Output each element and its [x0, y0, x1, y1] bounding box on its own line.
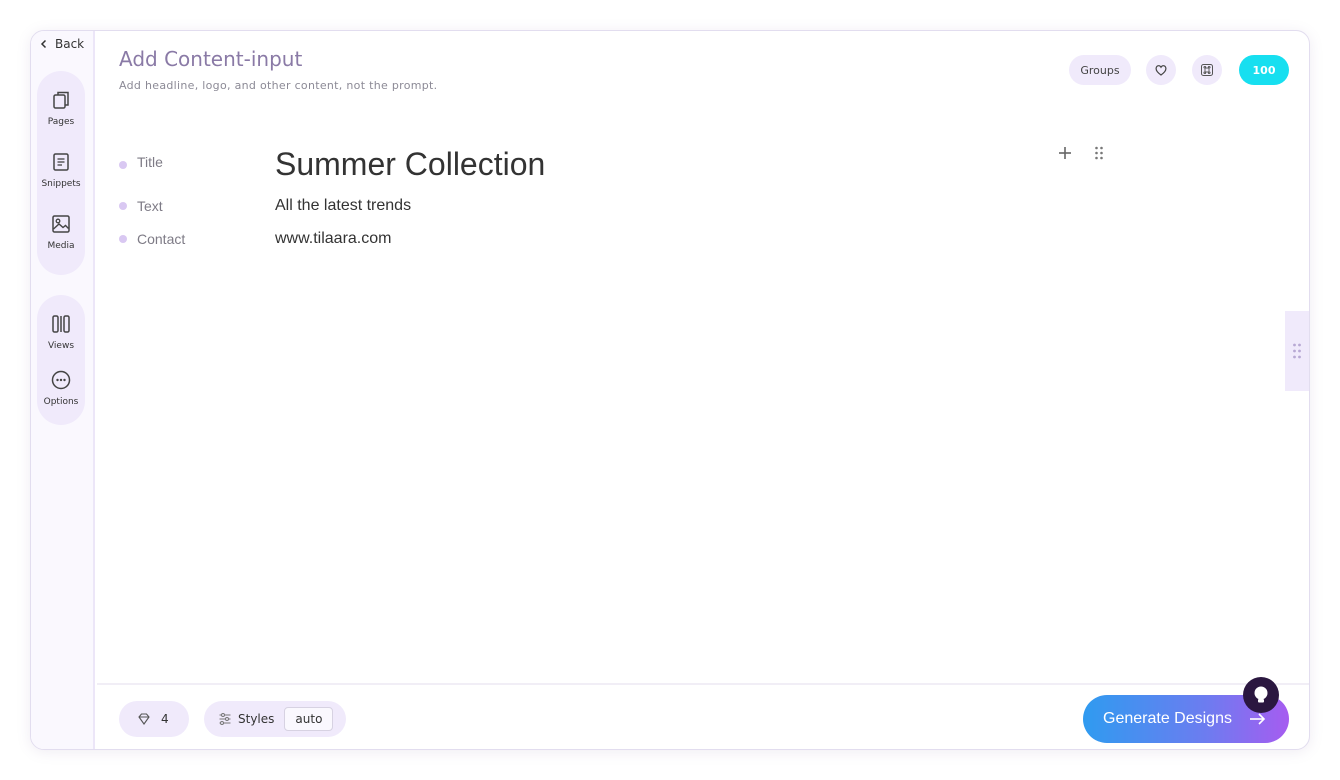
content-row-text[interactable]: Text All the latest trends [119, 197, 411, 215]
heart-icon [1155, 65, 1167, 76]
row-tools [1057, 145, 1107, 161]
options-icon [51, 370, 71, 390]
snippets-icon [53, 153, 69, 171]
plus-icon[interactable] [1057, 145, 1073, 161]
page-title: Add Content-input [119, 47, 303, 71]
chevron-left-icon [40, 39, 47, 49]
groups-button[interactable]: Groups [1069, 55, 1131, 85]
shortcuts-button[interactable] [1192, 55, 1222, 85]
footer-bar: 4 Styles auto Generate Designs [97, 677, 1309, 749]
sidebar-group-content: Pages Snippets Media [37, 71, 85, 275]
sidebar-item-pages[interactable]: Pages [48, 89, 74, 151]
views-icon [52, 315, 70, 333]
generate-label: Generate Designs [1103, 710, 1232, 727]
sidebar-item-media[interactable]: Media [47, 213, 75, 275]
styles-select[interactable]: auto [284, 707, 334, 731]
gem-count: 4 [161, 712, 169, 726]
page-subtitle: Add headline, logo, and other content, n… [119, 79, 438, 92]
bulb-icon [1254, 686, 1268, 703]
pages-icon [53, 91, 69, 109]
credits-badge[interactable]: 100 [1239, 55, 1289, 85]
content-row-contact[interactable]: Contact www.tilaara.com [119, 230, 391, 248]
row-bullet [119, 202, 127, 210]
diamond-icon [138, 713, 150, 725]
sidebar-item-label: Media [47, 241, 75, 251]
contact-value[interactable]: www.tilaara.com [275, 230, 391, 248]
app-window: Back Pages Snippets Media Views Options … [30, 30, 1310, 750]
content-row-title[interactable]: Title Summer Collection [119, 146, 545, 183]
row-bullet [119, 160, 127, 169]
sidebar-item-options[interactable]: Options [43, 369, 79, 425]
sidebar-item-label: Snippets [41, 179, 81, 189]
favorite-button[interactable] [1146, 55, 1176, 85]
sliders-icon [219, 713, 231, 725]
sidebar-item-views[interactable]: Views [48, 313, 74, 369]
back-button[interactable]: Back [39, 37, 84, 51]
styles-label: Styles [238, 712, 275, 726]
row-label: Text [137, 198, 163, 214]
sidebar: Back Pages Snippets Media Views Options [31, 31, 95, 749]
row-bullet [119, 235, 127, 243]
panel-resize-handle[interactable] [1285, 311, 1309, 391]
sidebar-item-label: Views [47, 341, 75, 351]
sidebar-item-snippets[interactable]: Snippets [41, 151, 81, 213]
sidebar-item-label: Pages [47, 117, 75, 127]
gem-count-chip[interactable]: 4 [119, 701, 189, 737]
sidebar-group-settings: Views Options [37, 295, 85, 425]
drag-handle-icon[interactable] [1091, 145, 1107, 161]
command-icon [1201, 64, 1213, 76]
row-label: Contact [137, 231, 186, 247]
main-panel: Add Content-input Add headline, logo, an… [97, 31, 1309, 749]
row-label: Title [137, 153, 163, 170]
title-value[interactable]: Summer Collection [275, 146, 545, 183]
media-icon [52, 215, 70, 233]
sidebar-item-label: Options [43, 397, 79, 407]
back-label: Back [55, 37, 85, 51]
drag-handle-icon [1293, 343, 1301, 359]
text-value[interactable]: All the latest trends [275, 197, 411, 215]
styles-chip[interactable]: Styles auto [204, 701, 346, 737]
assistant-avatar[interactable] [1243, 677, 1279, 713]
